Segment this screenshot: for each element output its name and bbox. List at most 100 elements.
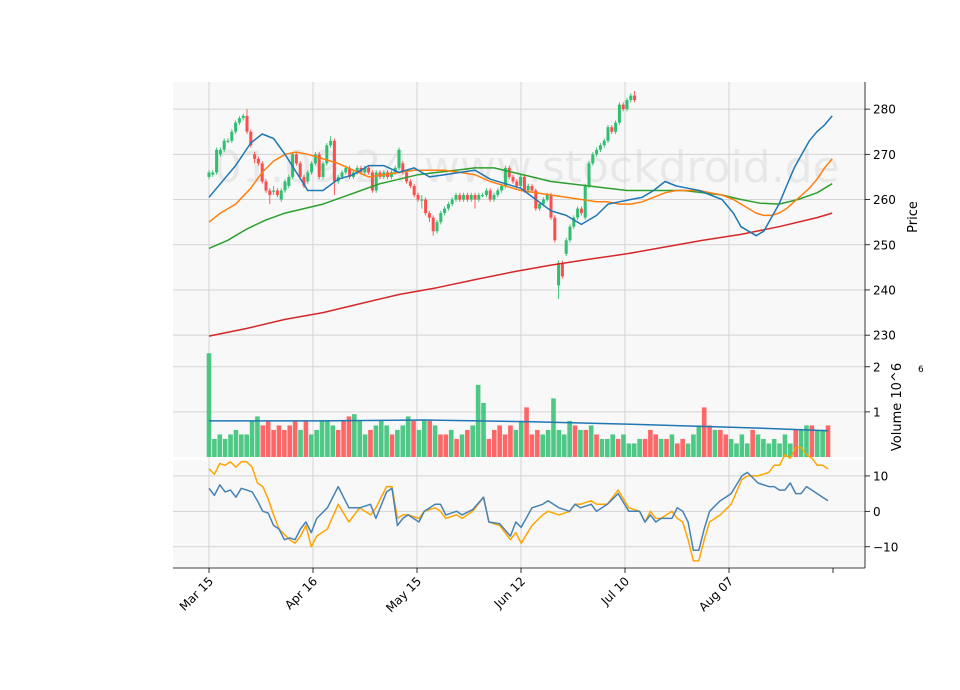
candle-body (329, 140, 333, 146)
candle-body (602, 140, 606, 146)
volume-bar (572, 425, 578, 457)
candle-body (587, 163, 591, 186)
volume-bar (373, 425, 379, 457)
candle-body (424, 199, 428, 214)
price-y-tick-label: 260 (873, 193, 896, 207)
price-axis-label: Price (906, 201, 921, 233)
volume-bar (642, 438, 648, 457)
volume-bar (508, 425, 513, 457)
candle-body (340, 172, 344, 177)
volume-bar (491, 429, 497, 457)
volume-bar (292, 420, 298, 457)
volume-bar (395, 429, 400, 457)
volume-bar (820, 429, 825, 457)
candle-body (545, 195, 549, 200)
volume-bar (755, 434, 761, 457)
volume-bar (561, 434, 567, 457)
candle-body (519, 176, 523, 186)
volume-bar (222, 438, 228, 457)
candle-body (450, 199, 454, 205)
volume-bar (416, 429, 422, 457)
candle-body (610, 127, 614, 132)
candle-body (310, 163, 314, 173)
volume-bar (341, 420, 346, 457)
candle-body (245, 115, 249, 132)
candle-body (614, 122, 618, 132)
macd-y-tick-label: 10 (873, 469, 888, 483)
volume-bar (362, 434, 368, 457)
stock-chart: 01.09.24 www.stockdroid.de Mar 15 Apr 16 M… (173, 82, 924, 615)
volume-bar (674, 443, 680, 457)
volume-bar (734, 443, 739, 457)
volume-bar (545, 429, 551, 457)
volume-bar (459, 434, 465, 457)
volume-bar (357, 420, 363, 457)
volume-bar (448, 429, 454, 457)
candle-body (595, 149, 599, 155)
candle-body (435, 222, 439, 232)
volume-bar (330, 425, 336, 457)
candle-body (579, 208, 583, 214)
volume-bar (621, 434, 626, 457)
volume-bar (303, 420, 309, 457)
candle-body (412, 185, 416, 196)
candle-body (218, 149, 222, 155)
candle-body (553, 217, 557, 241)
volume-bar (594, 434, 599, 457)
candle-body (226, 140, 230, 142)
candle-body (549, 195, 553, 218)
candle-body (279, 190, 283, 200)
volume-bar (228, 434, 233, 457)
candle-body (253, 154, 257, 159)
volume-bar (454, 438, 459, 457)
volume-bar (314, 429, 319, 457)
x-tick-label: May 15 (383, 574, 424, 615)
volume-bar (443, 434, 449, 457)
volume-bar (691, 434, 696, 457)
volume-bar (217, 434, 223, 457)
volume-bar (470, 425, 476, 457)
volume-bar (378, 420, 384, 457)
candle-body (275, 190, 279, 196)
x-tick-label: Aug 07 (696, 574, 736, 614)
candle-body (511, 176, 515, 182)
volume-y-tick-label: 2 (873, 360, 881, 374)
volume-bar (212, 438, 217, 457)
candle-body (207, 172, 211, 177)
volume-bar (206, 353, 212, 457)
volume-bar (319, 420, 325, 457)
candle-body (408, 181, 412, 186)
candle-body (332, 140, 336, 182)
volume-bar (723, 434, 729, 457)
volume-bar (427, 420, 432, 457)
candle-body (568, 226, 572, 241)
candle-body (492, 195, 496, 200)
volume-bar (578, 429, 583, 457)
volume-bar (400, 425, 406, 457)
volume-bar (486, 438, 492, 457)
volume-bar (438, 434, 443, 457)
candle-body (215, 149, 219, 173)
candle-body (443, 208, 447, 214)
volume-bar (481, 402, 486, 457)
volume-bar (260, 425, 266, 457)
volume-bar (626, 443, 632, 457)
candle-body (496, 190, 500, 196)
volume-bar (551, 398, 556, 457)
volume-bar (556, 429, 562, 457)
volume-bar (739, 434, 745, 457)
candle-body (234, 122, 238, 132)
candle-body (576, 208, 580, 218)
candle-body (211, 172, 215, 175)
volume-axis-label: Volume 10^6 (890, 363, 905, 451)
volume-bar (308, 434, 314, 457)
macd-y-tick-label: 0 (873, 505, 881, 519)
candle-body (321, 163, 325, 177)
volume-bar (766, 443, 772, 457)
candle-body (629, 95, 633, 101)
candle-body (298, 163, 302, 177)
candle-body (294, 154, 298, 164)
candle-body (560, 262, 564, 277)
volume-bar (524, 407, 529, 457)
volume-bar (497, 425, 502, 457)
